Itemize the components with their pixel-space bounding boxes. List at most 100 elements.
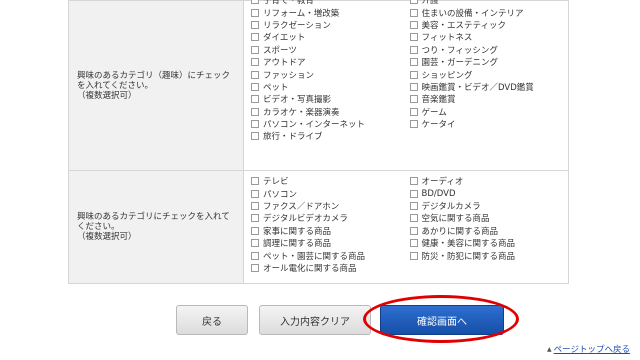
checkbox[interactable] (409, 251, 418, 260)
checkbox-option[interactable]: デジタルカメラ (409, 200, 569, 212)
checkbox-label: 家事に関する商品 (263, 226, 332, 237)
checkbox-option[interactable]: ペット (251, 81, 410, 93)
checkbox[interactable] (251, 20, 259, 29)
checkbox[interactable] (251, 201, 259, 210)
checkbox-option[interactable]: 空気に関する商品 (409, 212, 569, 224)
checkbox-option[interactable]: カラオケ・楽器演奏 (251, 106, 410, 118)
checkbox-option[interactable]: ダイエット (251, 31, 410, 43)
checkbox-option[interactable]: 調理に関する商品 (251, 237, 410, 249)
checkbox-option[interactable]: パソコン (251, 187, 410, 200)
checkbox-label: テレビ (263, 177, 289, 188)
checkbox-option[interactable]: パソコン・インターネット (251, 118, 410, 130)
interests-right-column: 介護 住まいの設備・インテリア 美容・エステティック フィットネス つり・フィッシング園… (409, 0, 569, 143)
checkbox-option[interactable]: 健康・美容に関する商品 (409, 237, 569, 250)
checkbox[interactable] (251, 45, 259, 54)
checkbox[interactable] (409, 120, 418, 129)
back-button[interactable]: 戻る (176, 305, 248, 335)
checkbox[interactable] (251, 8, 259, 17)
clear-input-button[interactable]: 入力内容クリア (259, 305, 371, 335)
checkbox-label: 防災・防犯に関する商品 (421, 251, 516, 262)
checkbox[interactable] (251, 0, 259, 5)
checkbox-option[interactable]: スポーツ (251, 44, 410, 56)
checkbox-option[interactable]: オール電化に関する商品 (251, 262, 410, 274)
checkbox[interactable] (409, 201, 418, 210)
checkbox-option[interactable]: リラクゼーション (251, 19, 410, 31)
interests-left-column: 子育て・教育 リフォーム・増改築 リラクゼーション ダイエット スポーツ アウトドア ファッ… (251, 0, 410, 143)
checkbox[interactable] (409, 189, 418, 198)
checkbox[interactable] (251, 58, 259, 67)
checkbox[interactable] (409, 226, 418, 235)
checkbox-label: 音楽鑑賞 (421, 95, 456, 106)
checkbox[interactable] (251, 82, 259, 91)
checkbox-option[interactable]: ショッピング (409, 68, 569, 81)
checkbox[interactable] (251, 189, 259, 198)
checkbox[interactable] (251, 214, 259, 223)
checkbox[interactable] (409, 239, 418, 248)
checkbox-label: デジタルビデオカメラ (263, 214, 348, 225)
checkbox-label: リラクゼーション (263, 20, 331, 31)
checkbox[interactable] (409, 20, 418, 29)
checkbox-label: ビデオ・写真撮影 (263, 95, 332, 106)
checkbox-label: ケータイ (421, 120, 456, 131)
checkbox[interactable] (409, 70, 418, 79)
checkbox-option[interactable]: ケータイ (409, 118, 569, 131)
checkbox[interactable] (409, 8, 418, 17)
checkbox-label: 調理に関する商品 (263, 239, 332, 250)
checkbox-option[interactable]: ペット・園芸に関する商品 (251, 249, 410, 262)
checkbox[interactable] (251, 95, 259, 104)
checkbox[interactable] (251, 132, 259, 141)
electronics-left-column: テレビ パソコン ファクス／ドアホンデジタルビデオカメラ 家事に関する商品 調理に関する… (251, 175, 410, 274)
checkbox[interactable] (251, 251, 259, 260)
confirm-screen-button[interactable]: 確認画面へ (380, 305, 504, 335)
checkbox[interactable] (251, 33, 259, 42)
checkbox-option[interactable]: 住まいの設備・インテリア (409, 6, 569, 19)
checkbox-option[interactable]: 園芸・ガーデニング (409, 56, 569, 68)
page-top-link-area: ▲ ページトップへ戻る (547, 343, 630, 355)
checkbox[interactable] (251, 226, 259, 235)
checkbox[interactable] (251, 177, 259, 186)
checkbox-option[interactable]: つり・フィッシング (409, 44, 569, 56)
checkbox[interactable] (409, 214, 418, 223)
checkbox-option[interactable]: 映画鑑賞・ビデオ／DVD鑑賞 (409, 81, 569, 93)
checkbox-option[interactable]: ファッション (251, 68, 410, 81)
checkbox-option[interactable]: あかりに関する商品 (409, 225, 569, 237)
checkbox[interactable] (409, 82, 418, 91)
checkbox[interactable] (409, 177, 418, 186)
checkbox-option[interactable]: 音楽鑑賞 (409, 93, 569, 106)
checkbox-option[interactable]: 美容・エステティック (409, 19, 569, 31)
checkbox-option[interactable]: テレビ (251, 175, 410, 187)
checkbox-option[interactable]: リフォーム・増改築 (251, 6, 410, 19)
checkbox[interactable] (409, 0, 418, 5)
checkbox[interactable] (409, 45, 418, 54)
checkbox-option[interactable]: 家事に関する商品 (251, 225, 410, 237)
checkbox[interactable] (251, 70, 259, 79)
up-arrow-icon: ▲ (547, 345, 552, 353)
checkbox[interactable] (409, 107, 418, 116)
checkbox[interactable] (251, 239, 259, 248)
checkbox[interactable] (409, 95, 418, 104)
interests-row: 興味のあるカテゴリ（趣味）にチェックを入れてください。 （複数選択可） 子育て・… (68, 0, 569, 171)
checkbox-option[interactable]: アウトドア (251, 56, 410, 68)
checkbox-label: デジタルカメラ (421, 201, 481, 212)
checkbox-option[interactable]: ビデオ・写真撮影 (251, 93, 410, 105)
checkbox-label: ファッション (263, 70, 315, 81)
checkbox-label: 健康・美容に関する商品 (421, 239, 516, 250)
electronics-right-column: オーディオ BD/DVD デジタルカメラ 空気に関する商品 あかりに関する商品健康・美容… (409, 175, 569, 274)
checkbox-option[interactable]: BD/DVD (409, 187, 569, 199)
page-top-link[interactable]: ページトップへ戻る (554, 343, 630, 355)
checkbox-option[interactable]: ゲーム (409, 106, 569, 118)
checkbox-option[interactable]: ファクス／ドアホン (251, 200, 410, 212)
checkbox-label: パソコン (263, 189, 298, 200)
checkbox-option[interactable]: 旅行・ドライブ (251, 130, 410, 142)
electronics-row: 興味のあるカテゴリにチェックを入れてください。 （複数選択可） テレビ パソコンフ… (68, 170, 569, 284)
checkbox[interactable] (409, 33, 418, 42)
checkbox-option[interactable]: フィットネス (409, 31, 569, 43)
checkbox[interactable] (409, 58, 418, 67)
checkbox[interactable] (251, 107, 259, 116)
checkbox-option[interactable]: 防災・防犯に関する商品 (409, 249, 569, 262)
checkbox-label: スポーツ (263, 45, 297, 56)
checkbox-option[interactable]: デジタルビデオカメラ (251, 212, 410, 224)
checkbox-option[interactable]: オーディオ (409, 175, 569, 187)
checkbox[interactable] (251, 120, 259, 129)
checkbox[interactable] (251, 263, 259, 272)
